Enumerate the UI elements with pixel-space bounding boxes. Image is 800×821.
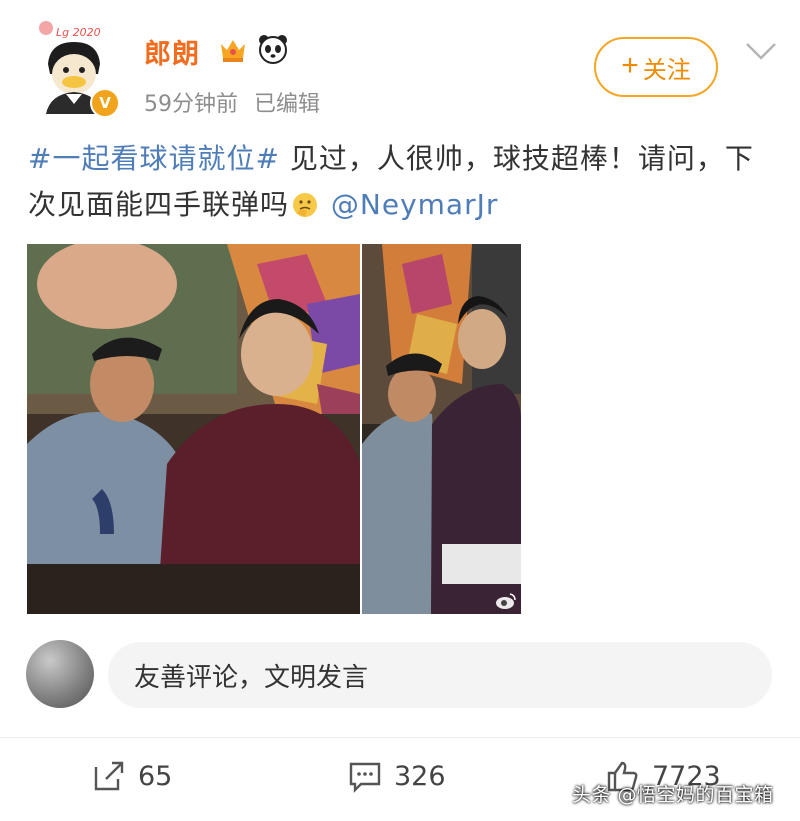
follow-label: 关注 (642, 56, 691, 84)
verified-badge-icon: V (90, 88, 120, 118)
post-image-2[interactable] (362, 244, 521, 614)
follow-button[interactable]: + 关注 (594, 37, 718, 97)
panda-badge-icon (259, 35, 287, 64)
thinking-emoji-icon (293, 193, 318, 217)
hashtag-link[interactable]: #一起看球请就位# (28, 142, 280, 175)
post-time: 59分钟前 (144, 92, 238, 117)
plus-icon: + (621, 48, 639, 82)
current-user-avatar[interactable] (26, 640, 94, 708)
author-avatar[interactable]: Lg 2020 V (26, 18, 122, 118)
comment-count: 326 (394, 760, 446, 792)
photo-scene-1 (27, 244, 360, 614)
weibo-post: Lg 2020 V 郎朗 59分钟前 已编辑 + 关注 #一起看球请就位# 见过… (0, 0, 800, 821)
share-icon (94, 761, 124, 791)
avatar-caption: Lg 2020 (56, 26, 101, 39)
divider (0, 737, 800, 738)
post-content: #一起看球请就位# 见过，人很帅，球技超棒！请问，下次见面能四手联弹吗 @Ney… (28, 136, 768, 228)
source-watermark: 头条 @悟空妈的百宝箱 (572, 784, 774, 806)
post-meta: 59分钟前 已编辑 (144, 86, 320, 118)
chevron-down-icon[interactable] (744, 40, 778, 62)
photo-scene-2 (362, 244, 521, 614)
comment-button[interactable]: 326 (348, 752, 446, 800)
crown-badge-icon (221, 40, 245, 62)
edited-label[interactable]: 已编辑 (254, 92, 320, 117)
share-button[interactable]: 65 (92, 752, 172, 800)
mention-link[interactable]: @NeymarJr (321, 188, 498, 221)
share-count: 65 (138, 760, 173, 792)
author-name[interactable]: 郎朗 (144, 32, 200, 71)
comment-input[interactable]: 友善评论，文明发言 (108, 642, 772, 708)
post-image-1[interactable] (27, 244, 360, 614)
weibo-logo-icon (496, 593, 516, 609)
comment-icon (349, 762, 381, 793)
